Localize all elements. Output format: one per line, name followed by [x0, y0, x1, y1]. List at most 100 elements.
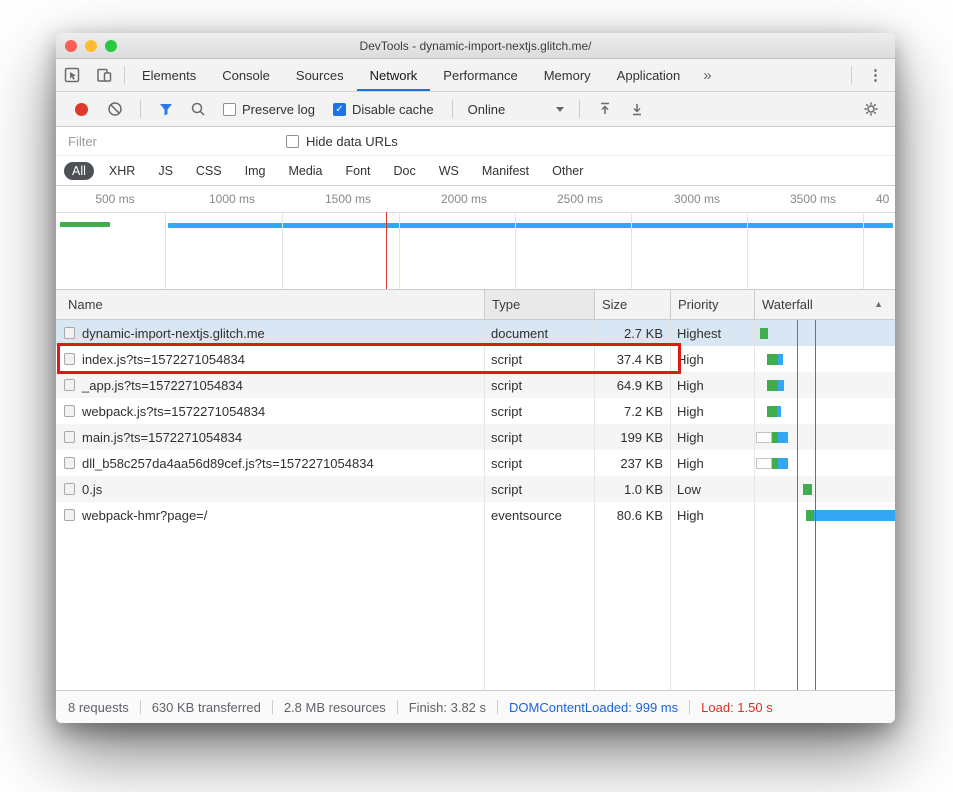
cell-size: 237 KB [594, 456, 670, 471]
column-divider [594, 320, 595, 690]
type-filter-manifest[interactable]: Manifest [474, 162, 537, 180]
filter-funnel-icon [158, 101, 174, 117]
timeline-gridline [165, 212, 166, 289]
request-name: webpack-hmr?page=/ [82, 508, 207, 523]
hide-data-urls-checkbox[interactable]: ✓ [286, 135, 299, 148]
table-row[interactable]: main.js?ts=1572271054834script199 KBHigh [56, 424, 895, 450]
table-row[interactable]: 0.jsscript1.0 KBLow [56, 476, 895, 502]
close-window-button[interactable] [65, 40, 77, 52]
column-header-name[interactable]: Name [56, 290, 484, 319]
cell-priority: High [670, 378, 754, 393]
column-header-priority[interactable]: Priority [670, 290, 754, 319]
table-row[interactable]: _app.js?ts=1572271054834script64.9 KBHig… [56, 372, 895, 398]
column-header-waterfall[interactable]: Waterfall ▲ [754, 290, 895, 319]
cell-waterfall [754, 476, 895, 502]
timeline-tick: 1500 ms [325, 192, 371, 206]
cell-priority: Highest [670, 326, 754, 341]
devtools-menu-button[interactable]: ⋮ [856, 59, 895, 91]
overview-load-line [386, 212, 387, 289]
toolbar-separator [452, 100, 453, 118]
cell-waterfall [754, 372, 895, 398]
tab-network[interactable]: Network [357, 59, 431, 91]
device-toolbar-button[interactable] [88, 59, 120, 91]
cell-size: 64.9 KB [594, 378, 670, 393]
disable-cache-toggle[interactable]: ✓ Disable cache [333, 102, 434, 117]
tab-memory[interactable]: Memory [531, 59, 604, 91]
hide-data-urls-toggle[interactable]: ✓ Hide data URLs [286, 134, 398, 149]
request-name: webpack.js?ts=1572271054834 [82, 404, 265, 419]
window-title: DevTools - dynamic-import-nextjs.glitch.… [359, 39, 591, 53]
tab-sources[interactable]: Sources [283, 59, 357, 91]
record-button[interactable] [75, 103, 88, 116]
filter-toggle-button[interactable] [158, 101, 174, 117]
timeline-gridline [747, 212, 748, 289]
tabbar-right: ⋮ [847, 59, 895, 91]
minimize-window-button[interactable] [85, 40, 97, 52]
waterfall-bar-blue [814, 510, 895, 521]
type-filter-doc[interactable]: Doc [386, 162, 424, 180]
import-har-button[interactable] [597, 101, 613, 117]
type-filter-all[interactable]: All [64, 162, 94, 180]
cell-size: 2.7 KB [594, 326, 670, 341]
sort-ascending-icon: ▲ [874, 290, 883, 319]
cell-priority: High [670, 404, 754, 419]
type-filter-img[interactable]: Img [237, 162, 274, 180]
preserve-log-checkbox[interactable]: ✓ [223, 103, 236, 116]
tab-application[interactable]: Application [604, 59, 694, 91]
column-divider [754, 320, 755, 690]
highlight-annotation-box [57, 343, 681, 374]
waterfall-dcl-line [797, 320, 798, 690]
toolbar-separator [140, 100, 141, 118]
tab-elements[interactable]: Elements [129, 59, 209, 91]
waterfall-bar-blue [778, 432, 788, 443]
requests-table-header: Name Type Size Priority Waterfall ▲ [56, 290, 895, 320]
table-row[interactable]: webpack-hmr?page=/eventsource80.6 KBHigh [56, 502, 895, 528]
inspect-element-button[interactable] [56, 59, 88, 91]
cell-waterfall [754, 424, 895, 450]
export-har-button[interactable] [629, 101, 645, 117]
cell-size: 80.6 KB [594, 508, 670, 523]
disable-cache-checkbox[interactable]: ✓ [333, 103, 346, 116]
filter-input[interactable] [68, 134, 258, 149]
waterfall-bar-blue [778, 354, 783, 365]
type-filter-media[interactable]: Media [280, 162, 330, 180]
table-row[interactable]: webpack.js?ts=1572271054834script7.2 KBH… [56, 398, 895, 424]
request-name: main.js?ts=1572271054834 [82, 430, 242, 445]
settings-button[interactable] [863, 101, 879, 117]
type-filter-ws[interactable]: WS [431, 162, 467, 180]
more-tabs-button[interactable]: » [693, 59, 721, 91]
cell-name: dll_b58c257da4aa56d89cef.js?ts=157227105… [56, 456, 484, 471]
search-button[interactable] [190, 101, 206, 117]
clear-button[interactable] [107, 101, 123, 117]
request-name: dll_b58c257da4aa56d89cef.js?ts=157227105… [82, 456, 374, 471]
column-header-type[interactable]: Type [484, 290, 594, 319]
timeline-overview[interactable]: 500 ms1000 ms1500 ms2000 ms2500 ms3000 m… [56, 186, 895, 290]
file-icon [64, 509, 75, 521]
preserve-log-toggle[interactable]: ✓ Preserve log [223, 102, 315, 117]
tabbar-separator [851, 66, 852, 84]
tab-console[interactable]: Console [209, 59, 283, 91]
cell-priority: High [670, 352, 754, 367]
tab-performance[interactable]: Performance [430, 59, 530, 91]
type-filter-xhr[interactable]: XHR [101, 162, 143, 180]
column-header-size[interactable]: Size [594, 290, 670, 319]
timeline-tick: 40 [876, 192, 889, 206]
table-row[interactable]: dll_b58c257da4aa56d89cef.js?ts=157227105… [56, 450, 895, 476]
type-filter-css[interactable]: CSS [188, 162, 230, 180]
waterfall-bar-stalled [756, 432, 772, 443]
waterfall-load-line [815, 320, 816, 690]
type-filter-other[interactable]: Other [544, 162, 591, 180]
throttling-select[interactable]: Online [468, 102, 564, 117]
requests-table-body: dynamic-import-nextjs.glitch.medocument2… [56, 320, 895, 690]
status-requests: 8 requests [68, 700, 129, 715]
zoom-window-button[interactable] [105, 40, 117, 52]
network-status-bar: 8 requests630 KB transferred2.8 MB resou… [56, 690, 895, 723]
network-toolbar: ✓ Preserve log ✓ Disable cache Online [56, 92, 895, 127]
status-separator [497, 700, 498, 714]
type-filter-js[interactable]: JS [150, 162, 181, 180]
type-filter-font[interactable]: Font [338, 162, 379, 180]
resource-type-filters: All XHR JS CSS Img Media Font Doc WS Manifest Othe… [56, 156, 895, 186]
waterfall-bar-green [760, 328, 768, 339]
overview-bar-green [60, 222, 110, 227]
timeline-ruler-line [56, 212, 895, 213]
